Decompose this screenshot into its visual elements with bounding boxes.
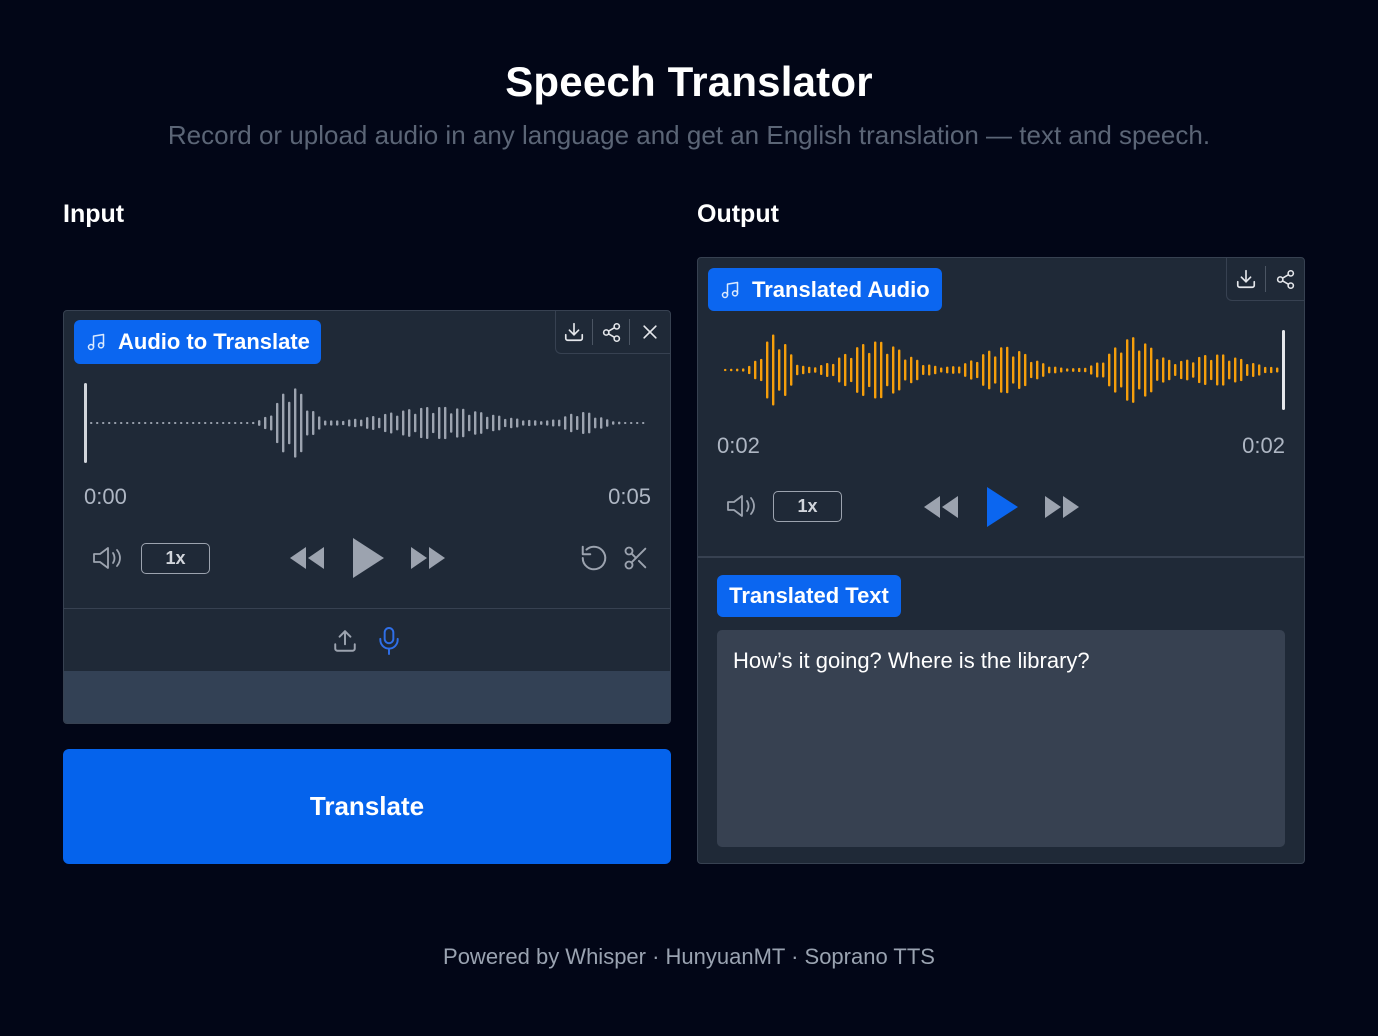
share-icon[interactable] — [592, 319, 629, 345]
input-section-label: Input — [63, 200, 125, 228]
volume-icon[interactable] — [724, 491, 760, 521]
audio-to-translate-badge: Audio to Translate — [74, 320, 321, 364]
output-time-total: 0:02 — [1242, 433, 1285, 458]
playback-speed-button[interactable]: 1x — [773, 491, 842, 522]
translated-text-label: Translated Text — [717, 575, 901, 617]
download-icon[interactable] — [1227, 266, 1265, 292]
footer-credits: Powered by Whisper · HunyuanMT · Soprano… — [443, 944, 935, 969]
page-title: Speech Translator — [505, 58, 873, 105]
music-note-icon — [720, 280, 752, 300]
download-icon[interactable] — [556, 319, 592, 345]
playback-speed-button[interactable]: 1x — [141, 543, 210, 574]
music-note-icon — [86, 332, 118, 352]
reset-icon[interactable] — [577, 542, 611, 574]
translate-button[interactable]: Translate — [63, 749, 671, 864]
input-waveform[interactable] — [82, 381, 652, 465]
input-audio-actions — [555, 311, 670, 354]
fast-forward-icon[interactable] — [407, 543, 449, 573]
input-time-current: 0:00 — [84, 484, 127, 509]
input-audio-panel: Audio to Translate 0:00 0:05 1x — [63, 310, 671, 724]
audio-to-translate-label: Audio to Translate — [118, 329, 310, 354]
trim-scissors-icon[interactable] — [619, 542, 653, 574]
fast-forward-icon[interactable] — [1041, 492, 1083, 522]
volume-icon[interactable] — [90, 543, 126, 573]
panel-divider — [698, 556, 1304, 558]
page-subtitle: Record or upload audio in any language a… — [167, 120, 1211, 150]
upload-icon[interactable] — [330, 625, 360, 657]
share-icon[interactable] — [1265, 266, 1304, 292]
play-icon[interactable] — [348, 533, 388, 583]
rewind-icon[interactable] — [286, 543, 328, 573]
input-time-total: 0:05 — [608, 484, 651, 509]
output-waveform[interactable] — [716, 328, 1288, 412]
output-audio-actions — [1226, 258, 1304, 301]
translated-audio-badge: Translated Audio — [708, 268, 942, 311]
translated-audio-label: Translated Audio — [752, 276, 930, 302]
panel-divider — [64, 608, 670, 609]
close-icon[interactable] — [629, 319, 670, 345]
output-time-current: 0:02 — [717, 433, 760, 458]
microphone-icon[interactable] — [374, 624, 404, 658]
play-icon[interactable] — [982, 483, 1022, 531]
rewind-icon[interactable] — [920, 492, 962, 522]
output-section-label: Output — [697, 200, 779, 228]
translated-text-output[interactable]: How’s it going? Where is the library? — [717, 630, 1285, 847]
input-panel-footer — [64, 671, 670, 723]
